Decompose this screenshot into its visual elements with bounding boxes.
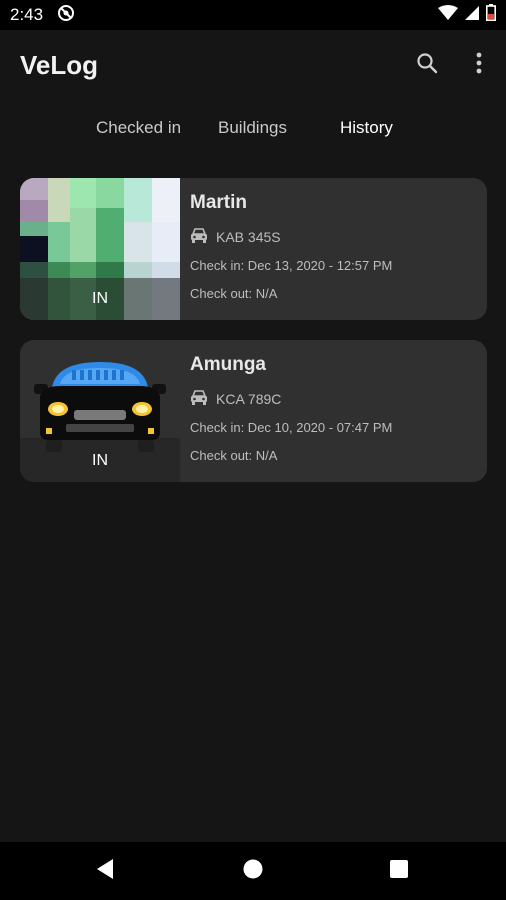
plate-row: KCA 789C [190, 390, 281, 408]
tab-bar: Checked in Buildings History [0, 108, 506, 152]
battery-low-icon [486, 4, 496, 26]
system-nav-bar [0, 842, 506, 900]
vehicle-photo: IN [20, 340, 180, 482]
check-in-time: Check in: Dec 10, 2020 - 07:47 PM [190, 420, 393, 435]
car-icon [190, 390, 208, 408]
record-card[interactable]: IN Amunga KCA 789C Check in: Dec 10, 202… [20, 340, 487, 482]
overflow-menu-button[interactable] [464, 50, 494, 80]
recents-square-icon [389, 859, 409, 884]
check-out-time: Check out: N/A [190, 286, 278, 301]
plate-row: KAB 345S [190, 228, 281, 246]
check-in-time: Check in: Dec 13, 2020 - 12:57 PM [190, 258, 393, 273]
do-not-disturb-icon [57, 4, 75, 27]
status-badge: IN [20, 440, 180, 482]
car-icon [190, 228, 208, 246]
home-circle-icon [242, 858, 264, 885]
plate-number: KAB 345S [216, 229, 281, 245]
plate-number: KCA 789C [216, 391, 282, 407]
status-right [438, 4, 496, 26]
app-bar: VeLog [0, 30, 506, 102]
back-triangle-icon [95, 858, 115, 885]
tab-buildings[interactable]: Buildings [218, 118, 287, 138]
search-icon [415, 51, 439, 80]
more-vert-icon [476, 52, 482, 79]
tab-history[interactable]: History [340, 118, 393, 138]
record-card[interactable]: IN Martin KAB 345S Check in: Dec 13, 202… [20, 178, 487, 320]
back-button[interactable] [90, 856, 120, 886]
home-button[interactable] [238, 856, 268, 886]
vehicle-photo: IN [20, 178, 180, 320]
status-bar: 2:43 [0, 0, 506, 30]
check-out-time: Check out: N/A [190, 448, 278, 463]
app-title: VeLog [20, 50, 99, 80]
cell-signal-icon [464, 5, 480, 26]
tab-checked-in[interactable]: Checked in [96, 118, 181, 138]
visitor-name: Amunga [190, 354, 266, 375]
search-button[interactable] [412, 50, 442, 80]
wifi-icon [438, 4, 458, 26]
status-badge: IN [20, 278, 180, 320]
status-time: 2:43 [10, 5, 44, 24]
visitor-name: Martin [190, 192, 247, 213]
recents-button[interactable] [384, 856, 414, 886]
status-left: 2:43 [10, 4, 75, 27]
